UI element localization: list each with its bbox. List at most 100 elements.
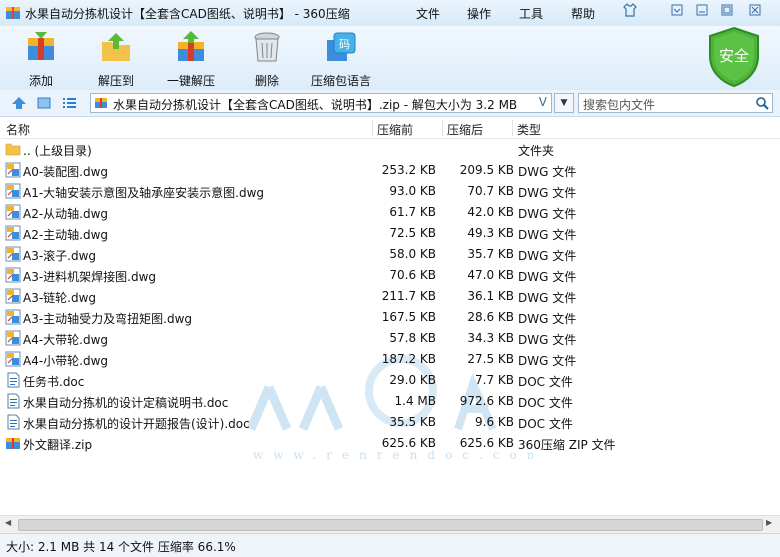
archive-path-field[interactable]: 水果自动分拣机设计【全套含CAD图纸、说明书】.zip - 解包大小为 3.2 … [90,93,552,113]
file-name: 外文翻译.zip [23,438,93,452]
file-original-size: 34.3 KB [467,331,514,345]
horizontal-scrollbar[interactable]: ◀ ▶ [0,515,780,533]
file-type: DWG 文件 [518,312,577,326]
file-compressed-size: 29.0 KB [389,373,436,387]
status-bar: 大小: 2.1 MB 共 14 个文件 压缩率 66.1% [0,533,780,557]
file-type: 360压缩 ZIP 文件 [518,438,616,452]
file-original-size: 28.6 KB [467,310,514,324]
up-arrow-icon[interactable] [11,95,27,111]
title-bar: 水果自动分拣机设计【全套含CAD图纸、说明书】 - 360压缩 文件 操作 工具… [0,0,780,26]
one-click-extract-button[interactable]: 一键解压 [164,30,218,89]
extract-to-button[interactable]: 解压到 [93,30,139,89]
file-compressed-size: 167.5 KB [381,310,436,324]
file-compressed-size: 93.0 KB [389,184,436,198]
menu-file[interactable]: 文件 [416,5,440,22]
file-original-size: 36.1 KB [467,289,514,303]
chevron-down-icon[interactable]: V [539,95,547,109]
options-icon[interactable] [666,3,688,21]
search-icon[interactable] [755,96,769,110]
column-type[interactable]: 类型 [517,121,541,138]
file-list: www.renrendoc.com .. (上级目录) 文件夹 A0-装配图.dwg… [0,139,780,515]
delete-button[interactable]: 删除 [250,30,284,89]
file-original-size: 9.6 KB [475,415,514,429]
file-row[interactable]: A3-主动轴受力及弯扭矩图.dwg 167.5 KB 28.6 KB DWG 文件 [0,307,780,328]
scroll-thumb[interactable] [18,519,763,531]
file-row[interactable]: A3-滚子.dwg 58.0 KB 35.7 KB DWG 文件 [0,244,780,265]
archive-language-icon: 码 [327,32,356,61]
file-name: A4-大带轮.dwg [23,333,109,347]
file-row[interactable]: A2-从动轴.dwg 61.7 KB 42.0 KB DWG 文件 [0,202,780,223]
add-archive-icon [28,32,54,60]
file-row[interactable]: A2-主动轴.dwg 72.5 KB 49.3 KB DWG 文件 [0,223,780,244]
file-type: DWG 文件 [518,165,577,179]
dwg-file-icon [5,288,21,304]
column-divider [442,120,443,136]
dwg-file-icon [5,183,21,199]
column-original[interactable]: 压缩后 [447,121,483,138]
file-row[interactable]: A4-大带轮.dwg 57.8 KB 34.3 KB DWG 文件 [0,328,780,349]
add-button[interactable]: 添加 [20,30,62,89]
file-compressed-size: 57.8 KB [389,331,436,345]
file-original-size: 7.7 KB [475,373,514,387]
path-dropdown-button[interactable]: ▼ [554,93,574,113]
file-row[interactable]: 水果自动分拣机的设计开题报告(设计).doc 35.5 KB 9.6 KB DOC 文… [0,412,780,433]
dwg-file-icon [5,309,21,325]
menu-help[interactable]: 帮助 [571,5,595,22]
menu-action[interactable]: 操作 [467,5,491,22]
doc-file-icon [7,393,20,409]
file-type: DWG 文件 [518,270,577,284]
maximize-button[interactable] [716,3,738,21]
trash-icon [254,32,280,62]
extract-to-icon [102,33,130,61]
file-compressed-size: 72.5 KB [389,226,436,240]
dwg-file-icon [5,162,21,178]
file-row[interactable]: .. (上级目录) 文件夹 [0,139,780,160]
file-compressed-size: 211.7 KB [381,289,436,303]
file-name: 任务书.doc [23,375,85,389]
search-placeholder: 搜索包内文件 [583,98,656,112]
file-compressed-size: 1.4 MB [394,394,436,408]
status-text: 大小: 2.1 MB 共 14 个文件 压缩率 66.1% [6,540,236,554]
scroll-right-icon[interactable]: ▶ [766,518,772,527]
file-row[interactable]: A4-小带轮.dwg 187.2 KB 27.5 KB DWG 文件 [0,349,780,370]
column-compressed[interactable]: 压缩前 [377,121,413,138]
archive-language-button[interactable]: 码 压缩包语言 [309,30,373,89]
svg-text:码: 码 [339,38,350,51]
column-name[interactable]: 名称 [6,121,30,138]
file-type: DWG 文件 [518,333,577,347]
file-type: DWG 文件 [518,228,577,242]
file-original-size: 972.6 KB [459,394,514,408]
archive-path: 水果自动分拣机设计【全套含CAD图纸、说明书】.zip - 解包大小为 3.2 … [113,98,518,112]
minimize-button[interactable] [691,3,713,21]
file-row[interactable]: 任务书.doc 29.0 KB 7.7 KB DOC 文件 [0,370,780,391]
file-original-size: 625.6 KB [459,436,514,450]
file-row[interactable]: A1-大轴安装示意图及轴承座安装示意图.dwg 93.0 KB 70.7 KB DWG… [0,181,780,202]
thumbnail-view-icon[interactable] [36,95,52,111]
dwg-file-icon [5,267,21,283]
file-original-size: 209.5 KB [459,163,514,177]
app-logo-icon [6,7,20,19]
file-row[interactable]: A3-进料机架焊接图.dwg 70.6 KB 47.0 KB DWG 文件 [0,265,780,286]
menu-tools[interactable]: 工具 [519,5,543,22]
file-name: A2-主动轴.dwg [23,228,109,242]
file-name: .. (上级目录) [23,144,92,158]
close-button[interactable] [744,3,766,21]
file-name: A3-主动轴受力及弯扭矩图.dwg [23,312,193,326]
file-name: A1-大轴安装示意图及轴承座安装示意图.dwg [23,186,265,200]
scroll-left-icon[interactable]: ◀ [5,518,11,527]
file-name: A3-链轮.dwg [23,291,97,305]
list-view-icon[interactable] [61,95,77,111]
skin-icon[interactable] [619,3,641,21]
dwg-file-icon [5,330,21,346]
file-row[interactable]: 外文翻译.zip 625.6 KB 625.6 KB 360压缩 ZIP 文件 [0,433,780,454]
file-row[interactable]: A3-链轮.dwg 211.7 KB 36.1 KB DWG 文件 [0,286,780,307]
file-row[interactable]: 水果自动分拣机的设计定稿说明书.doc 1.4 MB 972.6 KB DOC 文件 [0,391,780,412]
file-name: A3-滚子.dwg [23,249,97,263]
toolbar: 添加 解压到 一键解压 删除 码 压缩包语言 [0,26,780,90]
file-compressed-size: 253.2 KB [381,163,436,177]
search-input[interactable]: 搜索包内文件 [578,93,773,113]
file-compressed-size: 58.0 KB [389,247,436,261]
file-row[interactable]: A0-装配图.dwg 253.2 KB 209.5 KB DWG 文件 [0,160,780,181]
file-original-size: 47.0 KB [467,268,514,282]
file-original-size: 49.3 KB [467,226,514,240]
